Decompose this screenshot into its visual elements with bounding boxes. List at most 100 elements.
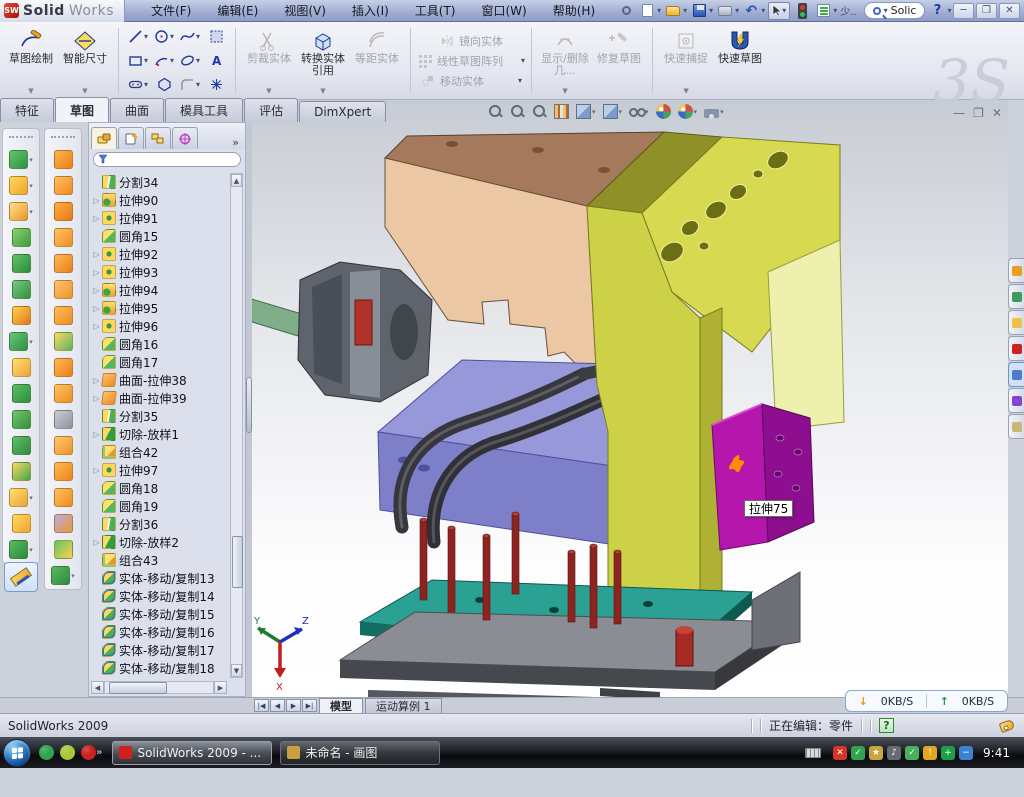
tree-item[interactable]: 分割35 bbox=[91, 407, 229, 425]
model-magenta-block[interactable] bbox=[712, 404, 814, 550]
shield-plus-tray-icon[interactable]: + bbox=[941, 746, 955, 760]
save-dropdown[interactable]: ▾ bbox=[709, 6, 713, 15]
box-body-button[interactable] bbox=[54, 436, 73, 455]
tree-item[interactable]: 圆角18 bbox=[91, 479, 229, 497]
view-orientation-button[interactable]: ▾ bbox=[576, 104, 596, 119]
select-dropdown[interactable]: ▾ bbox=[782, 6, 786, 15]
tree-item[interactable]: ▷拉伸93 bbox=[91, 263, 229, 281]
tree-vertical-scrollbar[interactable]: ▲ ▼ bbox=[230, 173, 243, 678]
tree-item[interactable]: ▷拉伸96 bbox=[91, 317, 229, 335]
network-speed-widget[interactable]: ↓ 0KB/S ↑ 0KB/S bbox=[845, 690, 1008, 712]
horizontal-scroll-thumb[interactable] bbox=[109, 682, 167, 694]
dropdown-caret[interactable]: ▾ bbox=[619, 108, 623, 116]
tree-item[interactable]: ▷拉伸94 bbox=[91, 281, 229, 299]
tab-nav-button[interactable]: ▶ bbox=[286, 699, 301, 712]
command-tab-1[interactable]: 特征 bbox=[0, 98, 54, 122]
panel-overflow-chevron[interactable]: » bbox=[232, 136, 245, 149]
planar-surface-button[interactable] bbox=[54, 306, 73, 325]
tree-item[interactable]: ▷切除-放样2 bbox=[91, 533, 229, 551]
minimize-button[interactable]: ─ bbox=[953, 3, 974, 19]
dropdown-caret[interactable]: ▾ bbox=[29, 156, 33, 164]
polygon-tool-button[interactable] bbox=[151, 77, 177, 92]
search-scope-dropdown[interactable]: ▾ bbox=[884, 6, 888, 15]
smart-dimension-button[interactable]: 智能尺寸 ▼ bbox=[58, 25, 112, 97]
tree-expand-arrow[interactable]: ▷ bbox=[91, 466, 102, 475]
solidworks-quicklaunch-icon[interactable] bbox=[81, 745, 96, 760]
tree-item[interactable]: 组合42 bbox=[91, 443, 229, 461]
tree-expand-arrow[interactable]: ▷ bbox=[91, 304, 102, 313]
doc-restore-button[interactable]: ❐ bbox=[973, 106, 984, 120]
apply-scene-button[interactable]: ▾ bbox=[678, 104, 698, 119]
tab-configuration-manager[interactable] bbox=[145, 127, 171, 149]
convert-entities-button[interactable]: 转换实体引用 ▼ bbox=[296, 25, 350, 97]
tree-item[interactable]: 实体-移动/复制18 bbox=[91, 659, 229, 677]
tab-nav-button[interactable]: ▶| bbox=[302, 699, 317, 712]
undo-button[interactable]: ↶ bbox=[742, 2, 760, 20]
measure-button[interactable] bbox=[4, 562, 38, 592]
tree-item[interactable]: ▷曲面-拉伸38 bbox=[91, 371, 229, 389]
tree-item[interactable]: 圆角16 bbox=[91, 335, 229, 353]
network-tray-icon[interactable]: ✓ bbox=[905, 746, 919, 760]
quicklaunch-overflow-chevron[interactable]: » bbox=[96, 747, 102, 758]
extrude-boss-button[interactable]: ▾ bbox=[9, 176, 33, 195]
appearances-tab[interactable] bbox=[1008, 388, 1024, 413]
dropdown-caret[interactable]: ▾ bbox=[720, 108, 724, 116]
revolve-boss-button[interactable]: ▾ bbox=[9, 202, 33, 221]
shell-tool-button[interactable] bbox=[12, 436, 31, 455]
tab-dimxpert-manager[interactable] bbox=[172, 127, 198, 149]
tree-item[interactable]: 圆角15 bbox=[91, 227, 229, 245]
revolve-surface-button[interactable] bbox=[54, 176, 73, 195]
tree-expand-arrow[interactable]: ▷ bbox=[91, 286, 102, 295]
close-button[interactable]: ✕ bbox=[999, 3, 1020, 19]
tree-item[interactable]: ▷拉伸97 bbox=[91, 461, 229, 479]
tab-feature-manager[interactable] bbox=[91, 127, 117, 149]
tree-horizontal-scrollbar[interactable]: ◀ ▶ bbox=[91, 681, 227, 694]
tree-expand-arrow[interactable]: ▷ bbox=[91, 430, 102, 439]
menu-item[interactable]: 文件(F) bbox=[139, 0, 203, 21]
command-tab-6[interactable]: DimXpert bbox=[299, 101, 386, 122]
arc-tool-button[interactable]: ▾ bbox=[151, 53, 177, 68]
tree-item[interactable]: 实体-移动/复制13 bbox=[91, 569, 229, 587]
rapid-sketch-button[interactable]: 快速草图 bbox=[713, 25, 767, 97]
display-style-button[interactable]: ▾ bbox=[603, 104, 623, 119]
boss-button[interactable] bbox=[54, 228, 73, 247]
tree-expand-arrow[interactable]: ▷ bbox=[91, 214, 102, 223]
custom-properties-tab[interactable] bbox=[1008, 414, 1024, 439]
antivirus-red-tray-icon[interactable]: ✕ bbox=[833, 746, 847, 760]
wrap-button[interactable] bbox=[54, 280, 73, 299]
solidworks-search-tab[interactable] bbox=[1008, 336, 1024, 361]
revolved-cut-button[interactable] bbox=[12, 280, 31, 299]
model-red-cylinder[interactable] bbox=[676, 626, 693, 666]
freeform-button[interactable] bbox=[54, 514, 73, 533]
channel-button[interactable] bbox=[54, 202, 73, 221]
save-button[interactable] bbox=[690, 2, 708, 20]
rebuild-button[interactable] bbox=[793, 2, 811, 20]
spline-tool-button[interactable]: ▾ bbox=[177, 29, 203, 44]
curve-tool-button[interactable]: ▾ bbox=[9, 540, 33, 559]
taskbar-task-button[interactable]: SolidWorks 2009 - ... bbox=[112, 741, 272, 765]
restore-button[interactable]: ❐ bbox=[976, 3, 997, 19]
command-tab-5[interactable]: 评估 bbox=[244, 98, 298, 122]
slot-tool-button[interactable]: ▾ bbox=[125, 77, 151, 92]
tree-item[interactable]: 实体-移动/复制16 bbox=[91, 623, 229, 641]
file-explorer-tab[interactable] bbox=[1008, 310, 1024, 335]
dome-button[interactable] bbox=[54, 540, 73, 559]
flex-button[interactable] bbox=[54, 254, 73, 273]
move-body-button[interactable] bbox=[12, 462, 31, 481]
wizard-hole-button[interactable] bbox=[12, 306, 31, 325]
sketch-dropdown[interactable]: ▼ bbox=[28, 87, 33, 97]
search-box[interactable]: ▾ Solic bbox=[864, 2, 926, 19]
select-tool-button[interactable]: ▾ bbox=[768, 2, 790, 20]
fillet-tool-button[interactable] bbox=[12, 358, 31, 377]
swept-boss-button[interactable] bbox=[12, 228, 31, 247]
point-tool-button[interactable] bbox=[203, 77, 229, 92]
alert-tray-icon[interactable]: ! bbox=[923, 746, 937, 760]
tree-expand-arrow[interactable]: ▷ bbox=[91, 538, 102, 547]
command-tab-3[interactable]: 曲面 bbox=[110, 98, 164, 122]
model-tab[interactable]: 模型 bbox=[319, 698, 363, 713]
dropdown-caret[interactable]: ▾ bbox=[29, 494, 33, 502]
toolbar-overflow-label[interactable]: 少.. bbox=[840, 3, 856, 18]
tree-expand-arrow[interactable]: ▷ bbox=[91, 250, 102, 259]
security-green-tray-icon[interactable]: ✓ bbox=[851, 746, 865, 760]
tree-item[interactable]: 实体-移动/复制14 bbox=[91, 587, 229, 605]
